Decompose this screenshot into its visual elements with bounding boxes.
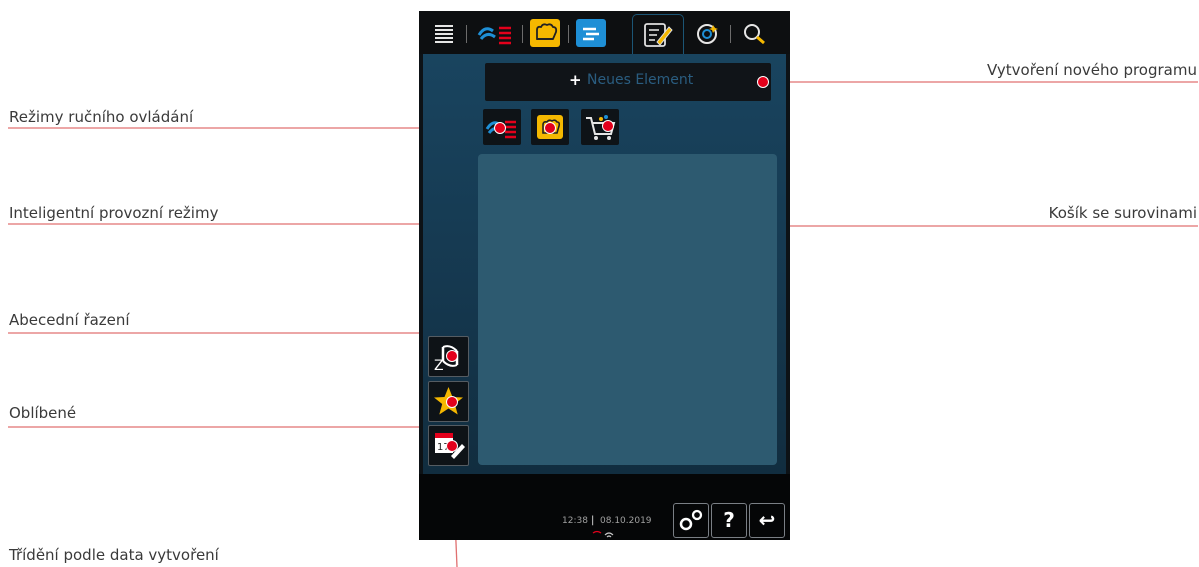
search-icon: [744, 24, 765, 45]
help-button[interactable]: ?: [711, 503, 747, 538]
leader-alpha-sort: [8, 332, 453, 357]
tab-bar: [419, 11, 790, 55]
back-button[interactable]: ↩: [749, 503, 785, 538]
plus-glyph: +: [569, 71, 582, 89]
label-alpha-sort: Abecední řazení: [9, 311, 130, 329]
label-sort-date: Třídění podle data vytvoření: [9, 546, 219, 564]
new-program-button[interactable]: + Neues Element: [485, 63, 771, 101]
settings-icon: [679, 509, 703, 531]
manual-modes-icon: [477, 26, 511, 45]
tab-menu[interactable]: [429, 19, 459, 47]
tab-separator: [522, 25, 523, 43]
tab-manual-modes[interactable]: [475, 19, 515, 47]
status-separator: |: [591, 515, 595, 526]
label-manual-modes: Režimy ručního ovládání: [9, 108, 194, 126]
back-icon: ↩: [758, 508, 776, 532]
tab-ican[interactable]: [693, 19, 723, 47]
settings-button[interactable]: [673, 503, 709, 538]
programming-icon: [644, 23, 673, 47]
tab-intelligent-modes[interactable]: [530, 19, 560, 47]
tab-programming-active[interactable]: [632, 14, 684, 55]
tab-separator: [730, 25, 731, 43]
ican-icon: [697, 24, 718, 44]
new-program-label: Neues Element: [587, 72, 694, 88]
marker-basket: [602, 120, 614, 132]
program-list[interactable]: [478, 154, 777, 465]
marker-intelligent-modes: [544, 122, 556, 134]
help-icon: ?: [723, 508, 735, 532]
marker-alpha-sort: [446, 350, 458, 362]
label-favorites: Oblíbené: [9, 404, 77, 422]
clock: 12:38: [562, 516, 588, 526]
label-intelligent-modes: Inteligentní provozní režimy: [9, 204, 219, 222]
label-basket: Košík se surovinami: [1048, 204, 1197, 222]
tab-production[interactable]: [576, 19, 606, 47]
tab-separator: [568, 25, 569, 43]
intelligent-modes-icon: [536, 23, 558, 40]
production-icon: [583, 27, 599, 41]
tab-search[interactable]: [739, 19, 769, 47]
label-new-program: Vytvoření nového programu: [987, 61, 1197, 79]
tab-separator: [466, 25, 467, 43]
marker-favorites: [446, 396, 458, 408]
marker-new-program: [757, 76, 769, 88]
marker-manual-modes: [494, 122, 506, 134]
date: 08.10.2019: [600, 516, 652, 526]
marker-sort-date: [446, 440, 458, 452]
wifi-icon: [592, 530, 614, 538]
menu-icon: [435, 25, 453, 43]
device-screen: + Neues Element Z 17 12:38 | 08.10.2019 …: [419, 11, 790, 540]
